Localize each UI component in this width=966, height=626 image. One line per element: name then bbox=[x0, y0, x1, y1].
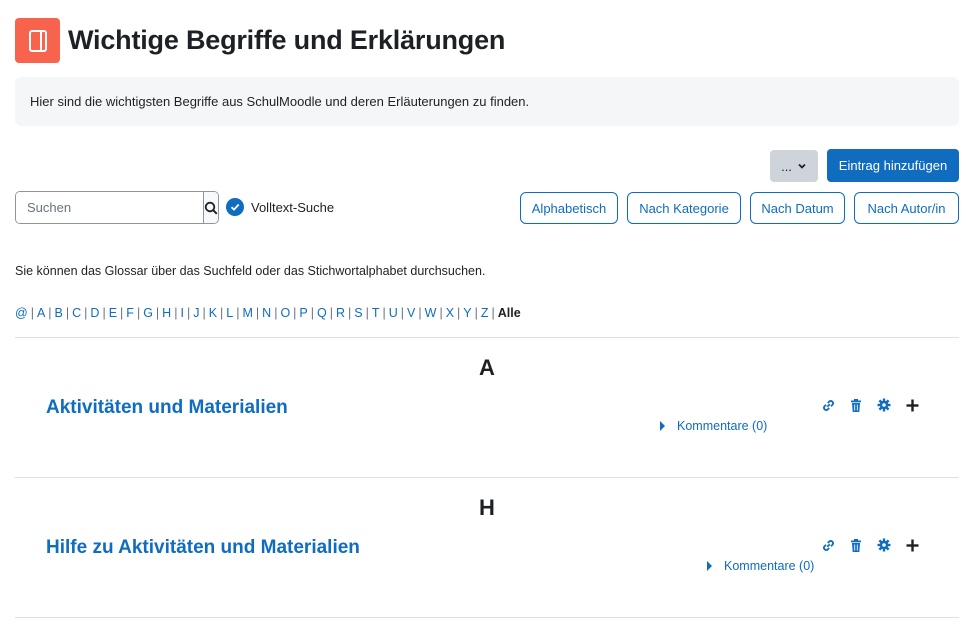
alphabet-separator: | bbox=[120, 306, 124, 320]
search-group bbox=[15, 191, 219, 224]
entry-actions bbox=[814, 536, 926, 554]
alphabet-letter-link[interactable]: W bbox=[425, 306, 437, 320]
trash-icon[interactable] bbox=[842, 396, 870, 414]
alphabet-separator: | bbox=[329, 306, 333, 320]
gear-icon[interactable] bbox=[870, 536, 898, 554]
divider bbox=[15, 617, 959, 618]
glossary-intro: Hier sind die wichtigsten Begriffe aus S… bbox=[15, 77, 959, 126]
plus-icon[interactable] bbox=[898, 536, 926, 554]
alphabet-separator: | bbox=[136, 306, 141, 320]
alphabet-letter-link[interactable]: @ bbox=[15, 306, 28, 320]
alphabet-letter-link[interactable]: E bbox=[109, 306, 117, 320]
comments-toggle[interactable]: Kommentare (0) bbox=[660, 419, 767, 433]
divider bbox=[15, 477, 959, 478]
caret-right-icon bbox=[707, 561, 712, 571]
entry-title-link[interactable]: Aktivitäten und Materialien bbox=[46, 397, 288, 419]
entry-actions bbox=[814, 396, 926, 414]
add-entry-button[interactable]: Eintrag hinzufügen bbox=[827, 149, 959, 182]
page-title: Wichtige Begriffe und Erklärungen bbox=[68, 25, 506, 55]
caret-right-icon bbox=[660, 421, 665, 431]
alphabet-separator: | bbox=[439, 306, 443, 320]
alphabet-letter-link[interactable]: B bbox=[55, 306, 63, 320]
check-icon bbox=[230, 203, 240, 211]
plus-icon[interactable] bbox=[898, 396, 926, 414]
fulltext-toggle[interactable]: Volltext-Suche bbox=[226, 198, 334, 216]
alphabet-all-current: Alle bbox=[497, 306, 521, 320]
link-icon[interactable] bbox=[814, 536, 842, 554]
alphabet-separator: | bbox=[418, 306, 422, 320]
search-icon bbox=[204, 201, 218, 215]
alphabet-nav: @ | A | B | C | D | E | F | G | H | I | J | K | L | M | N | O | P | Q | R | S |… bbox=[15, 306, 521, 320]
alphabet-separator: | bbox=[310, 306, 315, 320]
comments-toggle[interactable]: Kommentare (0) bbox=[707, 559, 814, 573]
link-icon[interactable] bbox=[814, 396, 842, 414]
alphabet-separator: | bbox=[255, 306, 260, 320]
alphabet-separator: | bbox=[491, 306, 495, 320]
alphabet-letter-link[interactable]: C bbox=[72, 306, 81, 320]
alphabet-letter-link[interactable]: G bbox=[143, 306, 153, 320]
tab-by-author[interactable]: Nach Autor/in bbox=[854, 192, 959, 224]
alphabet-letter-link[interactable]: X bbox=[446, 306, 454, 320]
comments-label: Kommentare (0) bbox=[724, 559, 815, 573]
alphabet-letter-link[interactable]: M bbox=[242, 306, 252, 320]
alphabet-letter-link[interactable]: U bbox=[389, 306, 398, 320]
alphabet-separator: | bbox=[48, 306, 52, 320]
section-letter: H bbox=[479, 495, 495, 520]
tab-alphabetical[interactable]: Alphabetisch bbox=[520, 192, 618, 224]
alphabet-separator: | bbox=[400, 306, 405, 320]
comments-label: Kommentare (0) bbox=[677, 419, 768, 433]
more-actions-label: ... bbox=[781, 158, 792, 174]
chevron-down-icon bbox=[798, 163, 806, 169]
search-hint: Sie können das Glossar über das Suchfeld… bbox=[15, 264, 486, 278]
tab-by-category[interactable]: Nach Kategorie bbox=[627, 192, 741, 224]
gear-icon[interactable] bbox=[870, 396, 898, 414]
more-actions-button[interactable]: ... bbox=[770, 150, 818, 182]
alphabet-separator: | bbox=[186, 306, 191, 320]
alphabet-separator: | bbox=[30, 306, 34, 320]
alphabet-separator: | bbox=[220, 306, 224, 320]
alphabet-letter-link[interactable]: T bbox=[372, 306, 380, 320]
alphabet-letter-link[interactable]: R bbox=[336, 306, 345, 320]
section-letter: A bbox=[479, 355, 495, 380]
alphabet-letter-link[interactable]: Y bbox=[463, 306, 471, 320]
entry-title-link[interactable]: Hilfe zu Aktivitäten und Materialien bbox=[46, 537, 360, 559]
fulltext-label: Volltext-Suche bbox=[251, 199, 335, 215]
alphabet-letter-link[interactable]: S bbox=[354, 306, 362, 320]
page-header: Wichtige Begriffe und Erklärungen bbox=[15, 18, 505, 63]
alphabet-letter-link[interactable]: K bbox=[209, 306, 217, 320]
alphabet-letter-link[interactable]: O bbox=[280, 306, 290, 320]
alphabet-separator: | bbox=[457, 306, 461, 320]
alphabet-separator: | bbox=[155, 306, 160, 320]
trash-icon[interactable] bbox=[842, 536, 870, 554]
search-button[interactable] bbox=[203, 192, 218, 223]
fulltext-checkbox[interactable] bbox=[226, 198, 244, 216]
alphabet-separator: | bbox=[65, 306, 70, 320]
view-tabs: Alphabetisch Nach Kategorie Nach Datum N… bbox=[520, 192, 959, 224]
alphabet-letter-link[interactable]: Q bbox=[317, 306, 327, 320]
alphabet-separator: | bbox=[348, 306, 352, 320]
alphabet-letter-link[interactable]: N bbox=[262, 306, 271, 320]
alphabet-separator: | bbox=[365, 306, 369, 320]
glossary-book-icon bbox=[15, 18, 60, 63]
alphabet-separator: | bbox=[382, 306, 386, 320]
divider bbox=[15, 337, 959, 338]
alphabet-separator: | bbox=[474, 306, 478, 320]
alphabet-letter-link[interactable]: F bbox=[126, 306, 134, 320]
alphabet-letter-link[interactable]: P bbox=[299, 306, 307, 320]
alphabet-letter-link[interactable]: Z bbox=[481, 306, 489, 320]
alphabet-separator: | bbox=[102, 306, 106, 320]
alphabet-separator: | bbox=[202, 306, 206, 320]
search-input[interactable] bbox=[16, 192, 203, 223]
alphabet-letter-link[interactable]: H bbox=[162, 306, 171, 320]
tab-by-date[interactable]: Nach Datum bbox=[750, 192, 845, 224]
